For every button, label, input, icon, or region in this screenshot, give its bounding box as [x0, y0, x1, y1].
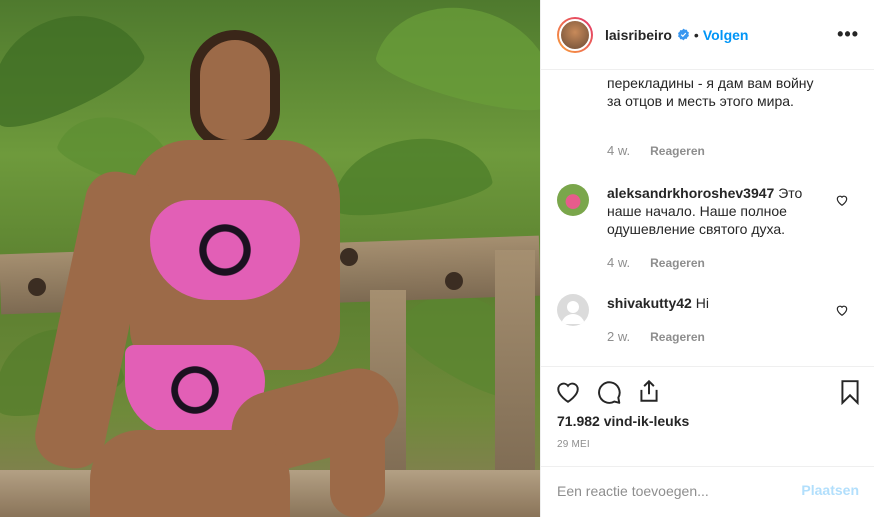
comment-input[interactable]	[557, 481, 787, 501]
reply-button[interactable]: Reageren	[650, 330, 705, 344]
post-comment-button[interactable]: Plaatsen	[801, 482, 859, 498]
author-avatar[interactable]	[557, 16, 593, 53]
comment-text: Hi	[695, 295, 709, 311]
author-username[interactable]: laisribeiro	[605, 27, 672, 43]
reply-button[interactable]: Reageren	[650, 144, 705, 158]
bench-post	[495, 250, 535, 490]
face-shape	[200, 40, 270, 140]
foliage-shape	[325, 126, 495, 224]
comment-body: aleksandrkhoroshev3947 Это наше начало. …	[607, 184, 817, 238]
add-comment-bar: Plaatsen	[541, 466, 874, 517]
comment-icon[interactable]	[596, 379, 622, 405]
commenter-username[interactable]: aleksandrkhoroshev3947	[607, 185, 774, 201]
post-date[interactable]: 29 MEI	[557, 439, 590, 450]
heart-icon[interactable]	[555, 379, 581, 405]
likes-count[interactable]: 71.982 vind-ik-leuks	[557, 413, 689, 429]
post-side-panel: laisribeiro • Volgen ••• перекладины - я…	[540, 0, 874, 517]
verified-badge-icon	[677, 28, 689, 41]
comment-like-heart-icon[interactable]	[835, 193, 849, 207]
foliage-shape	[371, 0, 540, 122]
follow-button[interactable]: Volgen	[703, 27, 749, 43]
default-avatar-icon	[561, 301, 585, 324]
commenter-avatar[interactable]	[557, 294, 589, 326]
bookmark-icon[interactable]	[837, 379, 863, 405]
comment-time[interactable]: 2 w.	[607, 329, 630, 344]
comments-list[interactable]: перекладины - я дам вам войну за отцов и…	[541, 71, 874, 365]
comment-item: shivakutty42 Hi 2 w. Reageren	[541, 291, 874, 365]
commenter-username[interactable]: shivakutty42	[607, 295, 692, 311]
commenter-avatar[interactable]	[557, 184, 589, 216]
swimsuit-top-shape	[150, 200, 300, 300]
bench-peg	[340, 248, 358, 266]
comment-meta: 2 w. Reageren	[607, 329, 705, 344]
foliage-shape	[0, 0, 152, 140]
bench-peg	[28, 278, 46, 296]
share-icon[interactable]	[636, 378, 662, 404]
comment-item: перекладины - я дам вам войну за отцов и…	[541, 71, 874, 161]
comment-time[interactable]: 4 w.	[607, 255, 630, 270]
leg-shape	[330, 400, 385, 517]
header-separator: •	[693, 26, 699, 43]
leg-shape	[90, 430, 290, 517]
post-photo[interactable]	[0, 0, 540, 517]
comment-text: перекладины - я дам вам войну за отцов и…	[607, 75, 814, 109]
reply-button[interactable]: Reageren	[650, 256, 705, 270]
comment-meta: 4 w. Reageren	[607, 255, 705, 270]
more-options-icon[interactable]: •••	[837, 24, 859, 44]
comment-meta: 4 w. Reageren	[607, 143, 705, 158]
comment-time[interactable]: 4 w.	[607, 143, 630, 158]
bench-peg	[445, 272, 463, 290]
post-header: laisribeiro • Volgen •••	[541, 0, 874, 70]
comment-like-heart-icon[interactable]	[835, 303, 849, 317]
comment-item: aleksandrkhoroshev3947 Это наше начало. …	[541, 181, 874, 281]
comment-body: shivakutty42 Hi	[607, 294, 817, 312]
